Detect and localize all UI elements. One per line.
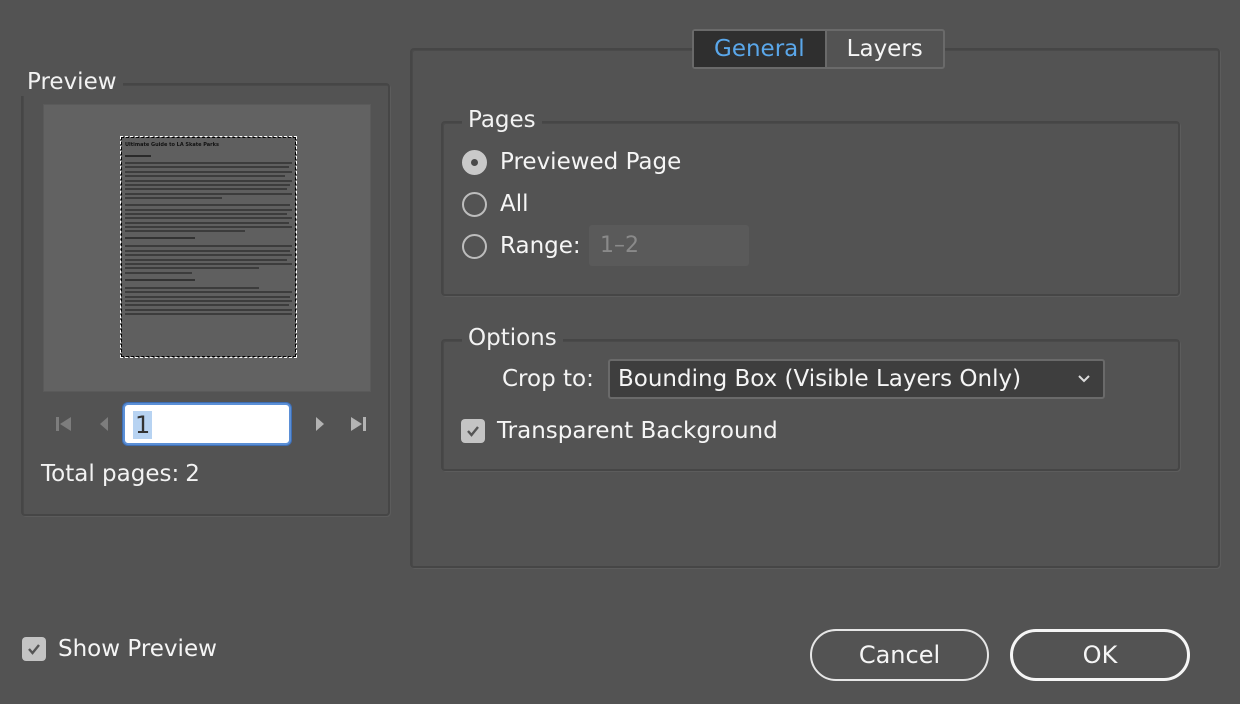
total-pages: Total pages: 2 <box>41 461 200 487</box>
tab-general[interactable]: General <box>694 31 825 67</box>
radio-button[interactable] <box>462 233 487 259</box>
thumbnail-paragraph <box>125 245 292 274</box>
preview-canvas: Ultimate Guide to LA Skate Parks <box>43 104 371 392</box>
export-dialog: Ultimate Guide to LA Skate Parks 1 Total… <box>0 0 1240 704</box>
radio-previewed-page[interactable]: Previewed Page <box>462 147 681 177</box>
total-pages-value: 2 <box>185 461 200 487</box>
chevron-down-icon <box>1077 361 1091 410</box>
options-title: Options <box>462 324 563 352</box>
ok-button[interactable]: OK <box>1010 629 1190 681</box>
thumbnail-paragraph <box>125 162 292 200</box>
range-input[interactable]: 1–2 <box>589 225 749 266</box>
tab-layers[interactable]: Layers <box>824 31 943 67</box>
show-preview-checkbox[interactable]: Show Preview <box>22 636 217 662</box>
checkmark-icon[interactable] <box>461 419 485 443</box>
transparent-background-checkbox[interactable]: Transparent Background <box>461 418 778 444</box>
skip-to-first-icon[interactable] <box>53 413 75 435</box>
skip-to-last-icon[interactable] <box>347 413 369 435</box>
crop-to-label: Crop to: <box>502 366 594 392</box>
radio-range[interactable]: Range: <box>462 231 581 261</box>
pages-title: Pages <box>462 106 542 134</box>
page-number-input[interactable]: 1 <box>123 403 291 445</box>
next-page-icon[interactable] <box>309 413 331 435</box>
radio-all[interactable]: All <box>462 189 529 219</box>
preview-group: Ultimate Guide to LA Skate Parks 1 Total… <box>21 83 390 516</box>
thumbnail-paragraph <box>125 204 292 233</box>
cancel-button[interactable]: Cancel <box>810 629 989 681</box>
page-thumbnail: Ultimate Guide to LA Skate Parks <box>120 136 297 358</box>
checkmark-icon[interactable] <box>22 637 46 661</box>
thumbnail-doc-title: Ultimate Guide to LA Skate Parks <box>125 142 219 148</box>
tab-bar: General Layers <box>692 29 945 69</box>
radio-button[interactable] <box>462 191 487 217</box>
crop-to-select[interactable]: Bounding Box (Visible Layers Only) <box>608 359 1105 399</box>
radio-button-checked[interactable] <box>462 149 487 175</box>
previous-page-icon[interactable] <box>93 413 115 435</box>
thumbnail-paragraph <box>125 286 292 316</box>
preview-title: Preview <box>21 68 123 96</box>
page-navigation: 1 <box>53 403 373 445</box>
